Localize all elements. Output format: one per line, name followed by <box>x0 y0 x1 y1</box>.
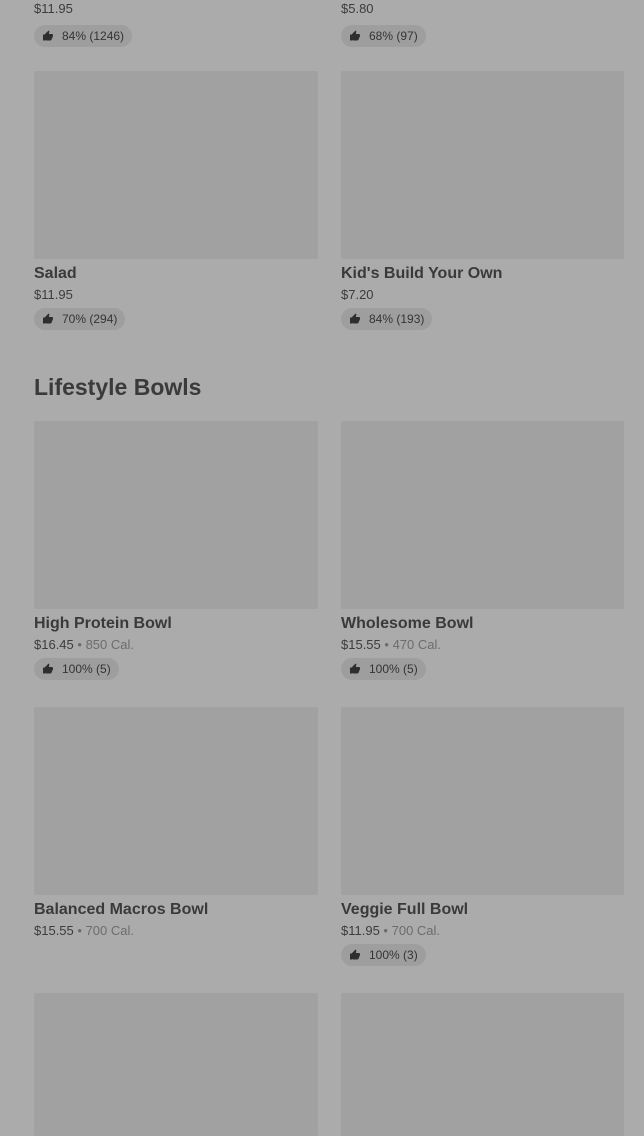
item-price: $11.95 <box>34 1 73 16</box>
thumbs-up-icon <box>350 663 360 674</box>
menu-item-card[interactable]: Salad $11.95 70% (294) <box>34 71 318 330</box>
item-meta: $16.45 • 850 Cal. <box>34 636 318 654</box>
thumbs-up-icon <box>350 949 360 960</box>
menu-item-card[interactable] <box>341 993 624 1136</box>
item-price: $7.20 <box>341 287 374 302</box>
item-meta: $15.55 • 470 Cal. <box>341 636 624 654</box>
item-name: Veggie Full Bowl <box>341 901 469 918</box>
thumbs-up-icon <box>43 663 53 674</box>
rating-badge: 68% (97) <box>341 25 426 47</box>
thumbs-up-icon <box>43 313 53 324</box>
rating-text: 100% (5) <box>369 662 418 676</box>
item-calories: 850 Cal. <box>85 637 134 652</box>
separator-dot: • <box>77 923 82 938</box>
item-price: $11.95 <box>34 287 73 302</box>
rating-text: 100% (3) <box>369 948 418 962</box>
item-image[interactable] <box>341 421 624 609</box>
item-image[interactable] <box>34 707 318 895</box>
separator-dot: • <box>77 637 82 652</box>
menu-item-card[interactable]: Veggie Full Bowl $11.95 • 700 Cal. 100% … <box>341 707 624 966</box>
item-meta: $15.55 • 700 Cal. <box>34 922 318 940</box>
rating-text: 70% (294) <box>62 312 118 326</box>
item-calories: 700 Cal. <box>85 923 134 938</box>
item-image[interactable] <box>34 993 318 1136</box>
item-name: Kid's Build Your Own <box>341 265 503 282</box>
item-name: Wholesome Bowl <box>341 615 474 632</box>
menu-item-card[interactable]: High Protein Bowl $16.45 • 850 Cal. 100%… <box>34 421 318 680</box>
menu-item-card[interactable] <box>34 993 318 1136</box>
thumbs-up-icon <box>350 313 360 324</box>
item-price: $15.55 <box>34 923 74 938</box>
item-name: Salad <box>34 265 77 282</box>
item-image[interactable] <box>341 71 624 259</box>
thumbs-up-icon <box>350 30 360 41</box>
thumbs-up-icon <box>43 30 53 41</box>
menu-item-card[interactable]: $11.95 84% (1246) <box>34 0 318 47</box>
menu-item-card[interactable]: $5.80 68% (97) <box>341 0 624 47</box>
item-name: High Protein Bowl <box>34 615 172 632</box>
menu-item-card[interactable]: Wholesome Bowl $15.55 • 470 Cal. 100% (5… <box>341 421 624 680</box>
item-calories: 700 Cal. <box>391 923 441 938</box>
item-price: $16.45 <box>34 637 74 652</box>
menu-item-card[interactable]: Kid's Build Your Own $7.20 84% (193) <box>341 71 624 330</box>
item-name: Balanced Macros Bowl <box>34 901 209 918</box>
separator-dot: • <box>383 923 388 938</box>
separator-dot: • <box>384 637 389 652</box>
rating-text: 100% (5) <box>62 662 111 676</box>
rating-badge: 100% (5) <box>34 658 119 680</box>
item-meta: $11.95 • 700 Cal. <box>341 922 624 940</box>
item-image[interactable] <box>341 993 624 1136</box>
rating-text: 68% (97) <box>369 29 418 43</box>
item-price: $11.95 <box>341 923 380 938</box>
item-price: $15.55 <box>341 637 381 652</box>
menu-page: $11.95 84% (1246) $5.80 68% (97) Salad $… <box>0 0 644 1136</box>
rating-badge: 100% (3) <box>341 944 426 966</box>
menu-item-card[interactable]: Balanced Macros Bowl $15.55 • 700 Cal. <box>34 707 318 940</box>
rating-text: 84% (193) <box>369 312 425 326</box>
item-calories: 470 Cal. <box>392 637 441 652</box>
rating-badge: 84% (1246) <box>34 25 133 47</box>
item-image[interactable] <box>34 421 318 609</box>
item-image[interactable] <box>34 71 318 259</box>
rating-badge: 100% (5) <box>341 658 426 680</box>
item-image[interactable] <box>341 707 624 895</box>
rating-badge: 70% (294) <box>34 308 126 330</box>
item-price: $5.80 <box>341 1 374 16</box>
rating-badge: 84% (193) <box>341 308 433 330</box>
rating-text: 84% (1246) <box>62 29 125 43</box>
section-title: Lifestyle Bowls <box>34 374 202 400</box>
